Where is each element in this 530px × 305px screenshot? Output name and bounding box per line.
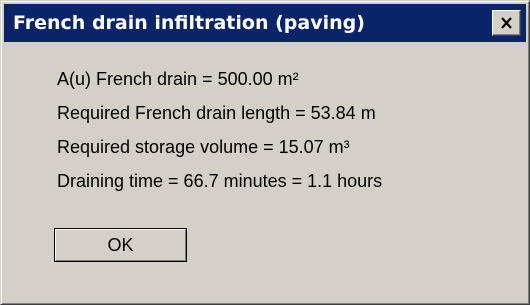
ok-button[interactable]: OK — [54, 228, 187, 262]
storage-volume-line: Required storage volume = 15.07 m³ — [57, 137, 350, 157]
draining-time-line: Draining time = 66.7 minutes = 1.1 hours — [57, 171, 383, 191]
dialog-title: French drain infiltration (paving) — [13, 12, 365, 34]
ok-button-bevel: OK — [55, 229, 186, 261]
title-bar[interactable]: French drain infiltration (paving) — [4, 4, 526, 42]
required-length-line: Required French drain length = 53.84 m — [57, 103, 376, 123]
close-button[interactable] — [492, 10, 521, 36]
close-icon — [501, 17, 512, 29]
ok-button-label: OK — [107, 235, 134, 255]
result-message: A(u) French drain = 500.00 m² Required F… — [57, 62, 382, 198]
french-drain-area-line: A(u) French drain = 500.00 m² — [57, 69, 299, 89]
dialog-window: French drain infiltration (paving) A(u) … — [0, 0, 530, 305]
